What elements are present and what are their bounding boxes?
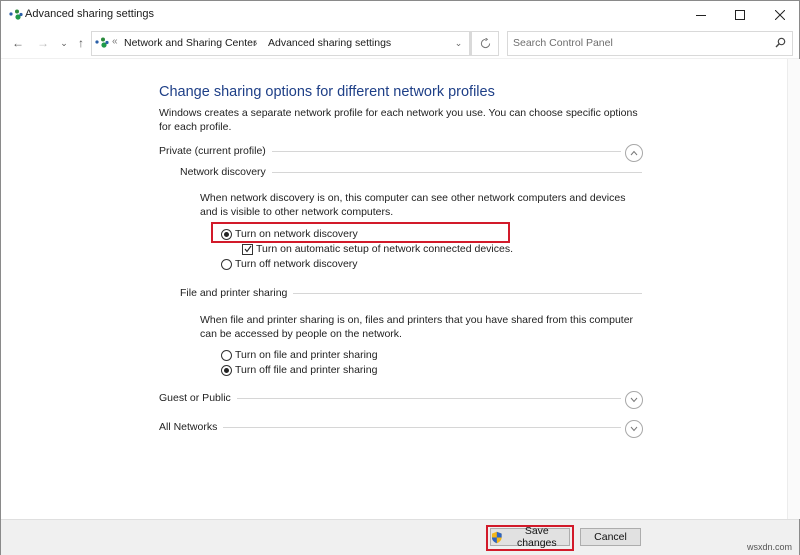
back-button[interactable]: ← [10,33,26,53]
address-dropdown-button[interactable]: ⌄ [448,31,470,56]
expand-all-networks-button[interactable] [625,420,643,438]
refresh-button[interactable] [471,31,499,56]
vertical-scrollbar[interactable] [787,59,800,519]
intro-text: Windows creates a separate network profi… [159,107,638,133]
radio-turn-on-file-printer-sharing[interactable] [221,349,232,361]
profile-label-all-networks: All Networks [159,421,218,433]
refresh-icon [480,38,490,49]
option-label: Turn off file and printer sharing [235,364,378,376]
breadcrumb-overflow-icon[interactable]: « [112,36,118,47]
maximize-icon [735,10,745,20]
footer-bar [1,519,799,555]
search-icon[interactable] [775,37,786,48]
profile-label-guest-public: Guest or Public [159,392,231,404]
search-box[interactable] [507,31,793,56]
cancel-button[interactable]: Cancel [580,528,641,546]
option-turn-off-network-discovery[interactable]: Turn off network discovery [221,258,358,270]
divider-line [236,397,621,399]
option-automatic-setup[interactable]: Turn on automatic setup of network conne… [242,243,513,255]
chevron-down-icon [630,397,638,403]
checkbox-automatic-setup[interactable] [242,243,253,255]
recent-locations-button[interactable]: ⌄ [56,33,72,53]
page-title: Change sharing options for different net… [159,84,495,100]
title-bar: Advanced sharing settings [1,1,799,29]
arrow-left-icon: ← [12,36,24,50]
up-button[interactable]: ↑ [73,33,89,53]
option-turn-off-file-printer-sharing[interactable]: Turn off file and printer sharing [221,364,377,376]
highlight-save-changes [486,525,574,551]
close-icon [775,10,785,20]
expand-guest-public-button[interactable] [625,391,643,409]
file-printer-sharing-description: When file and printer sharing is on, fil… [200,314,634,340]
maximize-button[interactable] [723,1,757,29]
profile-header-guest-public[interactable]: Guest or Public [159,390,621,406]
option-label: Turn on file and printer sharing [235,349,378,361]
cancel-label: Cancel [594,531,627,543]
watermark: wsxdn.com [746,542,792,552]
breadcrumb-separator-icon[interactable]: › [254,37,258,49]
minimize-icon [696,15,706,16]
chevron-down-icon: ⌄ [454,38,463,48]
profile-label-private: Private (current profile) [159,145,266,157]
collapse-private-button[interactable] [625,144,643,162]
chevron-down-icon: ⌄ [60,37,68,48]
divider-line [223,426,621,428]
highlight-turn-on-network-discovery [211,222,510,243]
address-bar[interactable]: « Network and Sharing Center › Advanced … [91,31,471,56]
minimize-button[interactable] [684,1,718,29]
advanced-sharing-window: Advanced sharing settings ← → ⌄ ↑ « Netw… [0,0,800,555]
divider-line [293,292,642,294]
network-location-icon [95,37,109,48]
network-discovery-description: When network discovery is on, this compu… [200,192,626,218]
arrow-up-icon: ↑ [78,36,84,50]
profile-header-private[interactable]: Private (current profile) [159,143,621,159]
section-header-file-printer-sharing: File and printer sharing [180,285,642,301]
arrow-right-icon: → [37,36,49,50]
section-header-network-discovery: Network discovery [180,164,642,180]
chevron-down-icon [630,426,638,432]
search-input[interactable] [513,35,763,51]
network-app-icon [9,9,23,20]
radio-turn-off-network-discovery[interactable] [221,258,232,270]
chevron-up-icon [630,150,638,156]
section-label-network-discovery: Network discovery [180,166,266,178]
close-button[interactable] [763,1,797,29]
divider-line [271,171,642,173]
checkmark-icon [244,245,251,253]
profile-header-all-networks[interactable]: All Networks [159,419,621,435]
option-label: Turn off network discovery [235,258,358,270]
breadcrumb-network-and-sharing-center[interactable]: Network and Sharing Center [124,37,257,49]
section-label-file-printer-sharing: File and printer sharing [180,287,288,299]
forward-button[interactable]: → [35,33,51,53]
radio-turn-off-file-printer-sharing[interactable] [221,364,232,376]
divider-line [271,150,621,152]
option-label: Turn on automatic setup of network conne… [256,243,514,255]
window-title: Advanced sharing settings [25,8,155,20]
option-turn-on-file-printer-sharing[interactable]: Turn on file and printer sharing [221,349,378,361]
breadcrumb-advanced-sharing-settings[interactable]: Advanced sharing settings [268,37,391,49]
